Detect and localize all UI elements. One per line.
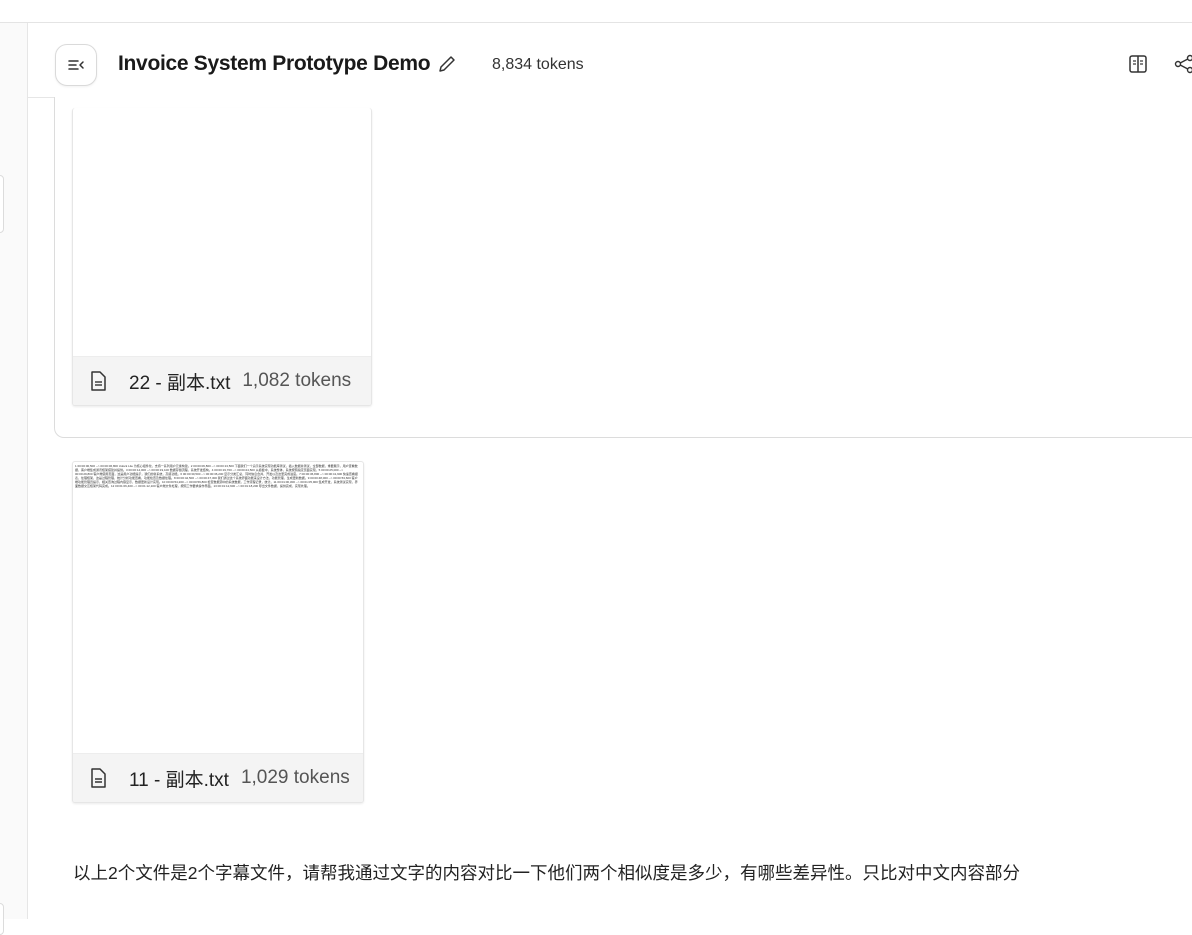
file-card-footer: 22 - 副本.txt 1,082 tokens	[73, 356, 371, 405]
document-icon	[87, 370, 109, 392]
token-count: 8,834 tokens	[492, 56, 584, 74]
user-message-text: 以上2个文件是2个字幕文件，请帮我通过文字的内容对比一下他们两个相似度是多少，有…	[73, 860, 1020, 885]
share-icon[interactable]	[1173, 53, 1192, 75]
document-icon	[87, 767, 109, 789]
sidebar-handle-lower[interactable]	[0, 903, 4, 935]
top-strip	[0, 0, 1192, 23]
sidebar-resize-handle[interactable]	[0, 175, 4, 233]
file-name: 11 - 副本.txt	[129, 765, 229, 792]
sidebar-toggle-button[interactable]	[55, 44, 97, 86]
book-reader-icon[interactable]	[1127, 53, 1149, 75]
file-card-footer: 11 - 副本.txt 1,029 tokens	[73, 753, 363, 802]
chat-header: Invoice System Prototype Demo 8,834 toke…	[28, 23, 1192, 98]
conversation-title: Invoice System Prototype Demo	[118, 52, 430, 76]
pencil-icon[interactable]	[437, 54, 457, 74]
file-name: 22 - 副本.txt	[129, 368, 230, 395]
left-sidebar-rail	[0, 23, 28, 919]
file-token-count: 1,029 tokens	[241, 767, 350, 789]
file-attachment-card[interactable]: 1 00:00:00,500 --> 00:00:06,800 Udock Li…	[72, 461, 364, 803]
file-attachment-card[interactable]: 22 - 副本.txt 1,082 tokens	[72, 108, 372, 406]
file-token-count: 1,082 tokens	[242, 370, 351, 392]
sidebar-toggle-icon	[66, 55, 86, 75]
file-preview-text: 1 00:00:00,500 --> 00:00:06,800 Udock Li…	[75, 465, 359, 488]
